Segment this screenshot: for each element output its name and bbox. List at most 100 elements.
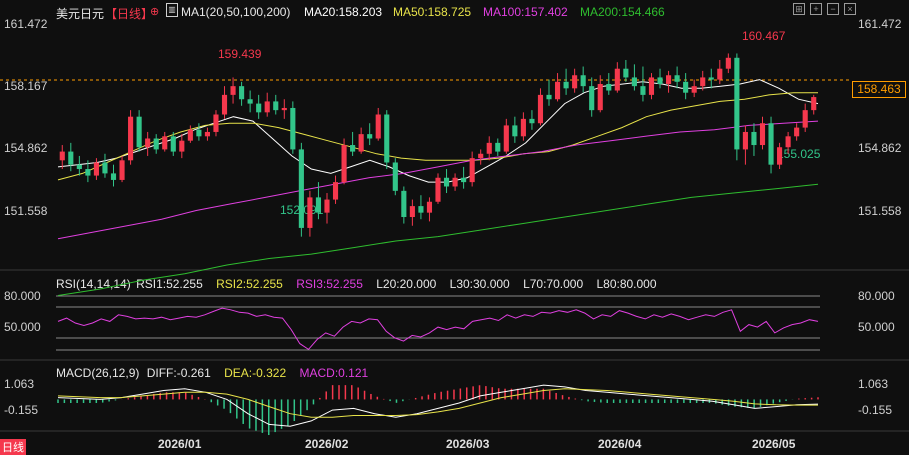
candle <box>281 99 287 119</box>
candle <box>520 112 526 141</box>
candle-body <box>478 153 484 159</box>
candle <box>503 118 509 154</box>
candle <box>119 155 125 183</box>
candle-body <box>418 206 424 213</box>
candle <box>794 123 800 141</box>
candle <box>247 90 253 113</box>
candle <box>802 103 808 132</box>
candle-body <box>264 101 270 113</box>
candle <box>666 70 672 93</box>
candle-body <box>657 77 663 84</box>
macd-dea-line <box>57 388 818 418</box>
candle-body <box>691 86 697 93</box>
candle <box>110 164 117 187</box>
candle-body <box>315 197 322 213</box>
candle-body <box>204 131 210 137</box>
candle <box>153 134 159 154</box>
candle-body <box>298 149 304 228</box>
candle-body <box>563 81 569 89</box>
candle <box>614 62 620 93</box>
candle <box>443 169 450 194</box>
candle <box>486 136 492 161</box>
candle-body <box>93 162 99 176</box>
candle <box>136 110 142 152</box>
candle <box>708 68 714 89</box>
candle <box>495 138 501 156</box>
candle-body <box>589 86 595 111</box>
candle <box>162 131 168 152</box>
candle <box>375 107 381 141</box>
candle <box>298 142 304 237</box>
candle-body <box>358 134 364 152</box>
candle-body <box>597 83 603 111</box>
candle-body <box>580 75 586 87</box>
candle-body <box>162 136 168 150</box>
candle-body <box>529 118 535 124</box>
candle-body <box>554 81 561 100</box>
candle <box>512 116 518 143</box>
candle-body <box>811 97 817 111</box>
candle <box>589 77 595 117</box>
candle-body <box>230 86 236 95</box>
candle <box>777 142 783 170</box>
candle-body <box>683 81 689 93</box>
candle <box>239 81 245 106</box>
candle <box>811 94 817 115</box>
candle <box>657 68 663 89</box>
candle-body <box>136 116 142 148</box>
candle-body <box>375 114 381 139</box>
candle-body <box>367 134 373 139</box>
candle <box>204 127 210 141</box>
candle-body <box>708 77 714 80</box>
candle <box>76 155 82 176</box>
candle-body <box>443 177 450 187</box>
candle-body <box>384 114 390 163</box>
candle-body <box>392 162 398 191</box>
candle <box>623 59 629 82</box>
candle-body <box>170 136 176 152</box>
candle <box>563 68 569 95</box>
candle-body <box>768 123 774 165</box>
macd-pane <box>57 384 819 436</box>
candle <box>179 134 185 159</box>
candle-body <box>324 199 330 213</box>
candle <box>529 110 535 130</box>
candle <box>273 94 279 115</box>
candle <box>597 75 603 113</box>
candle <box>264 92 270 117</box>
candle <box>606 73 612 95</box>
candle <box>59 145 65 170</box>
candle <box>742 125 748 165</box>
candle-body <box>794 127 800 137</box>
candle <box>221 86 228 119</box>
candle-body <box>606 83 612 91</box>
candle-body <box>256 103 262 113</box>
candle-body <box>179 140 185 152</box>
candle <box>478 149 484 165</box>
rsi-line <box>57 307 819 351</box>
candle-body <box>153 138 159 150</box>
candle-body <box>495 142 501 152</box>
candle <box>435 173 441 204</box>
candle <box>418 195 424 220</box>
candle-body <box>145 138 151 148</box>
candle <box>196 123 202 141</box>
candle-body <box>742 131 748 150</box>
candle <box>537 88 544 126</box>
candle <box>324 193 330 224</box>
candle <box>469 151 475 187</box>
candle-body <box>281 107 287 111</box>
candle-body <box>469 158 475 183</box>
candle <box>401 186 407 224</box>
candle <box>683 73 689 100</box>
candle-body <box>128 116 134 161</box>
candle-body <box>674 75 680 82</box>
macd-diff-line <box>57 384 819 427</box>
chart-canvas[interactable] <box>0 0 909 451</box>
candle <box>452 173 458 191</box>
candle <box>350 131 356 156</box>
candle <box>640 66 646 102</box>
candle <box>461 166 467 189</box>
candle <box>426 197 433 222</box>
candle-body <box>307 197 313 228</box>
